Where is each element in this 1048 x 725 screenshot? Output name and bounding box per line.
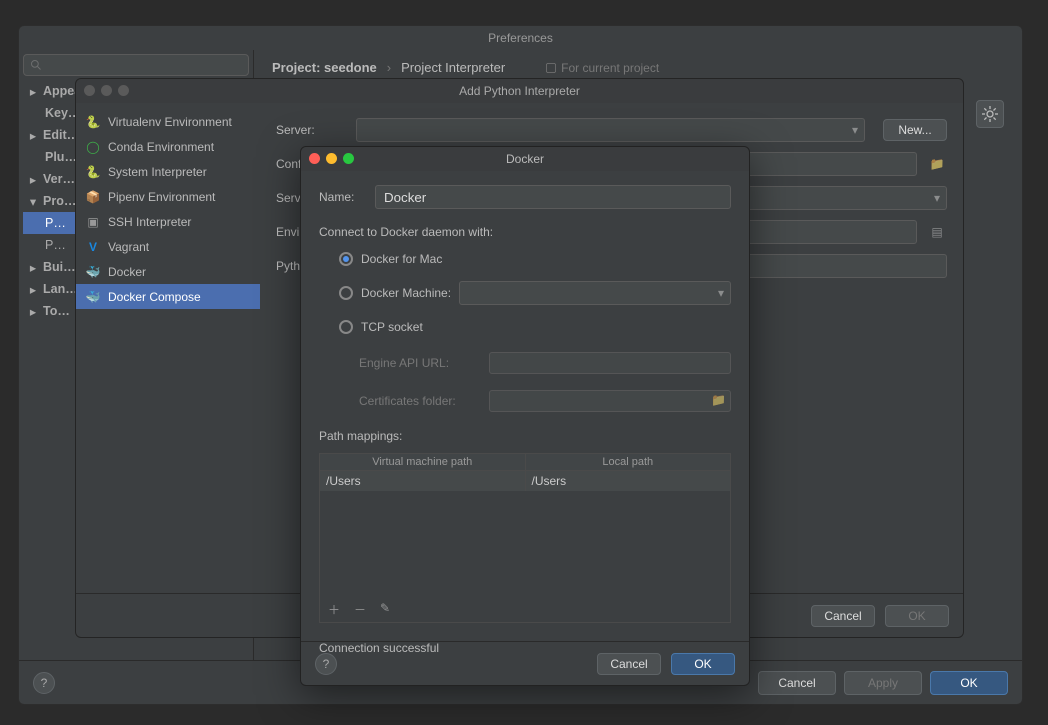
chevron-down-icon: ▾ — [934, 191, 940, 205]
breadcrumb: Project: seedone › Project Interpreter F… — [272, 60, 1004, 75]
docker-compose-icon: 🐳 — [86, 290, 100, 304]
edit-row-button[interactable]: ✎ — [380, 601, 390, 618]
path-mappings-label: Path mappings: — [319, 429, 731, 443]
apply-button[interactable]: Apply — [844, 671, 922, 695]
docker-title: Docker — [506, 152, 544, 166]
th-vm-path[interactable]: Virtual machine path — [320, 454, 526, 470]
link-icon — [545, 62, 557, 74]
radio-docker-for-mac[interactable]: Docker for Mac — [319, 245, 731, 273]
env-ssh[interactable]: ▣SSH Interpreter — [76, 209, 260, 234]
docker-dialog: Docker Name: Connect to Docker daemon wi… — [300, 146, 750, 686]
breadcrumb-project: Project: seedone — [272, 60, 377, 75]
env-virtualenv[interactable]: 🐍Virtualenv Environment — [76, 109, 260, 134]
connect-label: Connect to Docker daemon with: — [319, 225, 731, 239]
name-input[interactable] — [375, 185, 731, 209]
breadcrumb-page: Project Interpreter — [401, 60, 505, 75]
remove-row-button[interactable]: － — [354, 601, 366, 618]
folder-icon[interactable]: 📁 — [711, 393, 726, 407]
radio-docker-for-mac-label: Docker for Mac — [361, 252, 442, 266]
engine-url-label: Engine API URL: — [359, 356, 479, 370]
radio-docker-machine[interactable]: Docker Machine: ▾ — [319, 279, 731, 307]
vagrant-icon: V — [86, 240, 100, 254]
th-local-path[interactable]: Local path — [526, 454, 731, 470]
window-minimize-icon[interactable] — [326, 153, 337, 164]
cancel-button[interactable]: Cancel — [758, 671, 836, 695]
engine-url-input[interactable] — [489, 352, 731, 374]
cancel-button[interactable]: Cancel — [811, 605, 875, 627]
gear-icon — [982, 106, 998, 122]
help-button[interactable]: ? — [33, 672, 55, 694]
python-icon: 🐍 — [86, 115, 100, 129]
window-close-icon[interactable] — [309, 153, 320, 164]
window-zoom-icon[interactable] — [343, 153, 354, 164]
conda-icon: ◯ — [86, 140, 100, 154]
env-docker[interactable]: 🐳Docker — [76, 259, 260, 284]
ok-button[interactable]: OK — [930, 671, 1008, 695]
env-docker-compose[interactable]: 🐳Docker Compose — [76, 284, 260, 309]
env-pipenv[interactable]: 📦Pipenv Environment — [76, 184, 260, 209]
search-icon — [30, 59, 42, 71]
add-interpreter-title: Add Python Interpreter — [459, 84, 580, 98]
python-icon: 🐍 — [86, 165, 100, 179]
radio-icon — [339, 286, 353, 300]
pipenv-icon: 📦 — [86, 190, 100, 204]
td-local-path: /Users — [526, 471, 731, 491]
current-project-hint: For current project — [545, 61, 659, 75]
window-minimize-icon[interactable] — [101, 85, 112, 96]
env-system[interactable]: 🐍System Interpreter — [76, 159, 260, 184]
certs-label: Certificates folder: — [359, 394, 479, 408]
window-close-icon[interactable] — [84, 85, 95, 96]
radio-tcp-socket[interactable]: TCP socket — [319, 313, 731, 341]
new-server-button[interactable]: New... — [883, 119, 947, 141]
chevron-down-icon: ▾ — [718, 286, 724, 300]
interpreter-settings-button[interactable] — [976, 100, 1004, 128]
breadcrumb-separator: › — [387, 60, 391, 75]
radio-tcp-socket-label: TCP socket — [361, 320, 423, 334]
preferences-search-input[interactable] — [23, 54, 249, 76]
server-combo[interactable]: ▾ — [356, 118, 865, 142]
ok-button[interactable]: OK — [885, 605, 949, 627]
name-label: Name: — [319, 190, 365, 204]
env-conda[interactable]: ◯Conda Environment — [76, 134, 260, 159]
list-icon[interactable]: ▤ — [927, 225, 947, 239]
add-row-button[interactable]: ＋ — [328, 601, 340, 618]
server-label: Server: — [276, 123, 346, 137]
ssh-icon: ▣ — [86, 215, 100, 229]
table-row[interactable]: /Users /Users — [320, 471, 730, 491]
radio-docker-machine-label: Docker Machine: — [361, 286, 451, 300]
cancel-button[interactable]: Cancel — [597, 653, 661, 675]
folder-icon[interactable]: 📁 — [927, 157, 947, 171]
env-vagrant[interactable]: VVagrant — [76, 234, 260, 259]
docker-machine-combo[interactable]: ▾ — [459, 281, 731, 305]
radio-icon — [339, 320, 353, 334]
td-vm-path: /Users — [320, 471, 526, 491]
certs-input[interactable]: 📁 — [489, 390, 731, 412]
interpreter-type-list: 🐍Virtualenv Environment ◯Conda Environme… — [76, 103, 260, 593]
preferences-titlebar[interactable]: Preferences — [19, 26, 1022, 50]
window-zoom-icon[interactable] — [118, 85, 129, 96]
preferences-title: Preferences — [488, 31, 553, 45]
docker-titlebar[interactable]: Docker — [301, 147, 749, 171]
help-button[interactable]: ? — [315, 653, 337, 675]
docker-icon: 🐳 — [86, 265, 100, 279]
path-mappings-table: Virtual machine path Local path /Users /… — [319, 453, 731, 623]
radio-icon — [339, 252, 353, 266]
chevron-down-icon: ▾ — [852, 123, 858, 137]
ok-button[interactable]: OK — [671, 653, 735, 675]
add-interpreter-titlebar[interactable]: Add Python Interpreter — [76, 79, 963, 103]
